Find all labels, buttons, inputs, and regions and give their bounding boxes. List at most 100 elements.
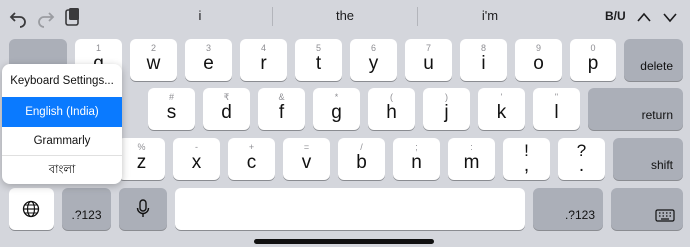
key-hint: : [470, 142, 473, 152]
key-char: b [356, 152, 367, 173]
key-period[interactable]: ?. [558, 138, 605, 180]
shift-key[interactable]: shift [613, 138, 683, 180]
delete-label: delete [640, 59, 673, 73]
suggestion-1[interactable]: i [128, 8, 272, 23]
menu-item-grammarly[interactable]: Grammarly [2, 126, 122, 156]
key-j[interactable]: ) j [423, 88, 470, 130]
key-hint: 3 [205, 43, 211, 53]
key-hint: ( [390, 92, 393, 102]
numbers-label: .?123 [71, 208, 102, 222]
key-char: t [315, 53, 322, 74]
numbers-key-left[interactable]: .?123 [62, 188, 111, 230]
key-hint: * [334, 92, 339, 102]
key-hint: - [195, 142, 198, 152]
globe-key[interactable] [9, 188, 54, 230]
key-hint: 0 [590, 43, 596, 53]
key-hint: 6 [370, 43, 376, 53]
key-e[interactable]: 3e [185, 39, 232, 81]
key-char: z [136, 152, 147, 173]
key-hint: # [168, 92, 174, 102]
key-hint: ' [500, 92, 503, 102]
key-char: s [166, 102, 177, 123]
keyboard-icon [655, 209, 675, 223]
key-o[interactable]: 9o [515, 39, 562, 81]
key-r[interactable]: 4r [240, 39, 287, 81]
key-v[interactable]: = v [283, 138, 330, 180]
key-y[interactable]: 6y [350, 39, 397, 81]
numbers-label: .?123 [564, 208, 595, 222]
globe-icon [22, 200, 40, 218]
return-key[interactable]: return [588, 88, 683, 130]
key-w[interactable]: 2w [130, 39, 177, 81]
key-hint: = [303, 142, 310, 152]
space-bar[interactable] [175, 188, 525, 230]
format-button[interactable]: B/U [605, 9, 626, 23]
key-z[interactable]: % z [118, 138, 165, 180]
key-hint: + [248, 142, 255, 152]
key-m[interactable]: :m [448, 138, 495, 180]
key-hint: / [360, 142, 363, 152]
key-char: u [423, 53, 434, 74]
key-char: , [523, 155, 530, 176]
key-c[interactable]: + c [228, 138, 275, 180]
menu-item-english-india[interactable]: English (India) [2, 97, 122, 127]
key-char: p [587, 53, 599, 74]
menu-item-keyboard-settings[interactable]: Keyboard Settings... [2, 66, 122, 96]
key-comma[interactable]: !, [503, 138, 550, 180]
key-hint: ) [445, 92, 448, 102]
key-t[interactable]: 5t [295, 39, 342, 81]
key-x[interactable]: -x [173, 138, 220, 180]
key-hint: 8 [480, 43, 486, 53]
menu-item-bangla[interactable]: বাংলা [2, 155, 122, 184]
key-char: k [496, 102, 507, 123]
chevron-up-icon[interactable] [636, 10, 652, 22]
key-hint: 1 [95, 43, 101, 53]
key-f[interactable]: & f [258, 88, 305, 130]
key-hint: 9 [535, 43, 541, 53]
dictation-key[interactable] [119, 188, 167, 230]
key-char: c [246, 152, 257, 173]
key-char: r [260, 53, 267, 74]
key-hint: ; [415, 142, 418, 152]
suggestion-2[interactable]: the [273, 8, 417, 23]
redo-icon[interactable] [36, 8, 56, 28]
delete-key[interactable]: delete [624, 39, 683, 81]
keyboard-toolbar: i the i'm B/U [0, 0, 690, 34]
key-u[interactable]: 7u [405, 39, 452, 81]
key-hint: 5 [315, 43, 321, 53]
key-hint: 4 [260, 43, 266, 53]
key-hint: " [554, 92, 559, 102]
key-char: y [368, 53, 379, 74]
input-mode-menu: Keyboard Settings... English (India) Gra… [2, 64, 122, 184]
suggestion-3[interactable]: i'm [418, 8, 562, 23]
return-label: return [641, 108, 673, 122]
chevron-down-icon[interactable] [662, 10, 678, 23]
key-char: d [221, 102, 232, 123]
key-char: e [203, 53, 214, 74]
key-char: h [386, 102, 397, 123]
key-char: m [463, 152, 480, 173]
key-i[interactable]: 8i [460, 39, 507, 81]
key-char: l [554, 102, 559, 123]
key-d[interactable]: ₹ d [203, 88, 250, 130]
key-h[interactable]: (h [368, 88, 415, 130]
key-char: n [411, 152, 422, 173]
key-p[interactable]: 0p [570, 39, 616, 81]
key-g[interactable]: * g [313, 88, 360, 130]
key-n[interactable]: ; n [393, 138, 440, 180]
numbers-key-right[interactable]: .?123 [533, 188, 603, 230]
key-hint: & [278, 92, 285, 102]
key-b[interactable]: / b [338, 138, 385, 180]
key-k[interactable]: ' k [478, 88, 525, 130]
dismiss-keyboard-key[interactable] [611, 188, 683, 230]
home-indicator[interactable] [254, 239, 434, 244]
clipboard-icon[interactable] [64, 7, 82, 27]
microphone-icon [136, 199, 150, 219]
key-s[interactable]: # s [148, 88, 195, 130]
key-char: o [533, 53, 544, 74]
key-l[interactable]: " l [533, 88, 580, 130]
undo-icon[interactable] [8, 8, 28, 28]
key-hint: % [137, 142, 146, 152]
key-char: . [578, 155, 585, 176]
key-char: x [191, 152, 202, 173]
